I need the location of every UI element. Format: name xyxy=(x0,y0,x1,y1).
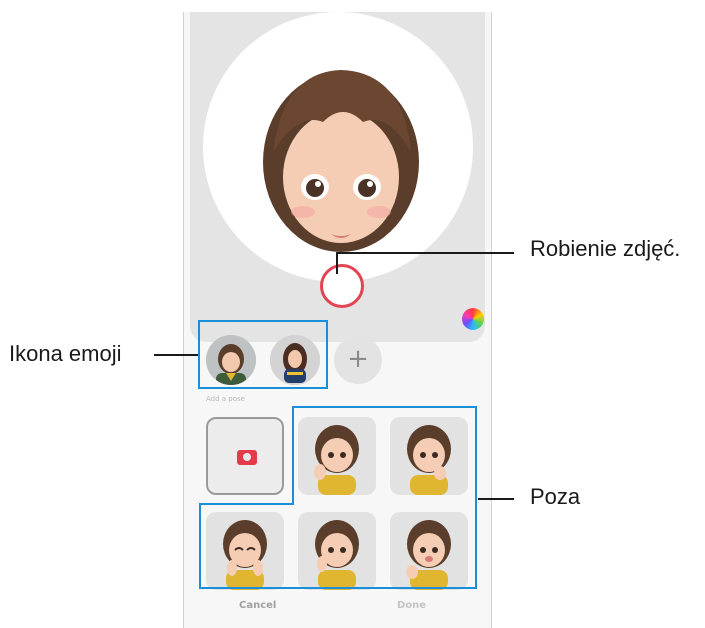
emoji-thumb-2[interactable] xyxy=(270,335,320,385)
avatar-face-image xyxy=(263,70,419,252)
avatar-icon xyxy=(206,335,256,385)
capture-leader-line xyxy=(336,252,514,254)
done-button[interactable]: Done xyxy=(397,600,426,611)
avatar-icon xyxy=(270,335,320,385)
emoji-icon-callout: Ikona emoji xyxy=(9,341,122,366)
pose-callout: Poza xyxy=(530,484,581,509)
emoji-leader-line xyxy=(154,354,198,356)
add-emoji-button[interactable]: + xyxy=(334,336,382,384)
color-palette-icon[interactable] xyxy=(462,308,484,330)
emoji-thumb-1[interactable] xyxy=(206,335,256,385)
cancel-button[interactable]: Cancel xyxy=(239,600,276,611)
avatar-preview xyxy=(203,12,473,282)
plus-icon: + xyxy=(347,344,369,374)
pose-leader-line xyxy=(478,498,514,500)
capture-callout: Robienie zdjęć. xyxy=(530,236,681,261)
capture-button[interactable] xyxy=(320,264,364,308)
capture-leader-drop xyxy=(336,252,338,274)
camera-preview-panel xyxy=(190,12,485,342)
pose-highlight xyxy=(199,406,477,589)
pose-section-label: Add a pose xyxy=(206,395,245,403)
